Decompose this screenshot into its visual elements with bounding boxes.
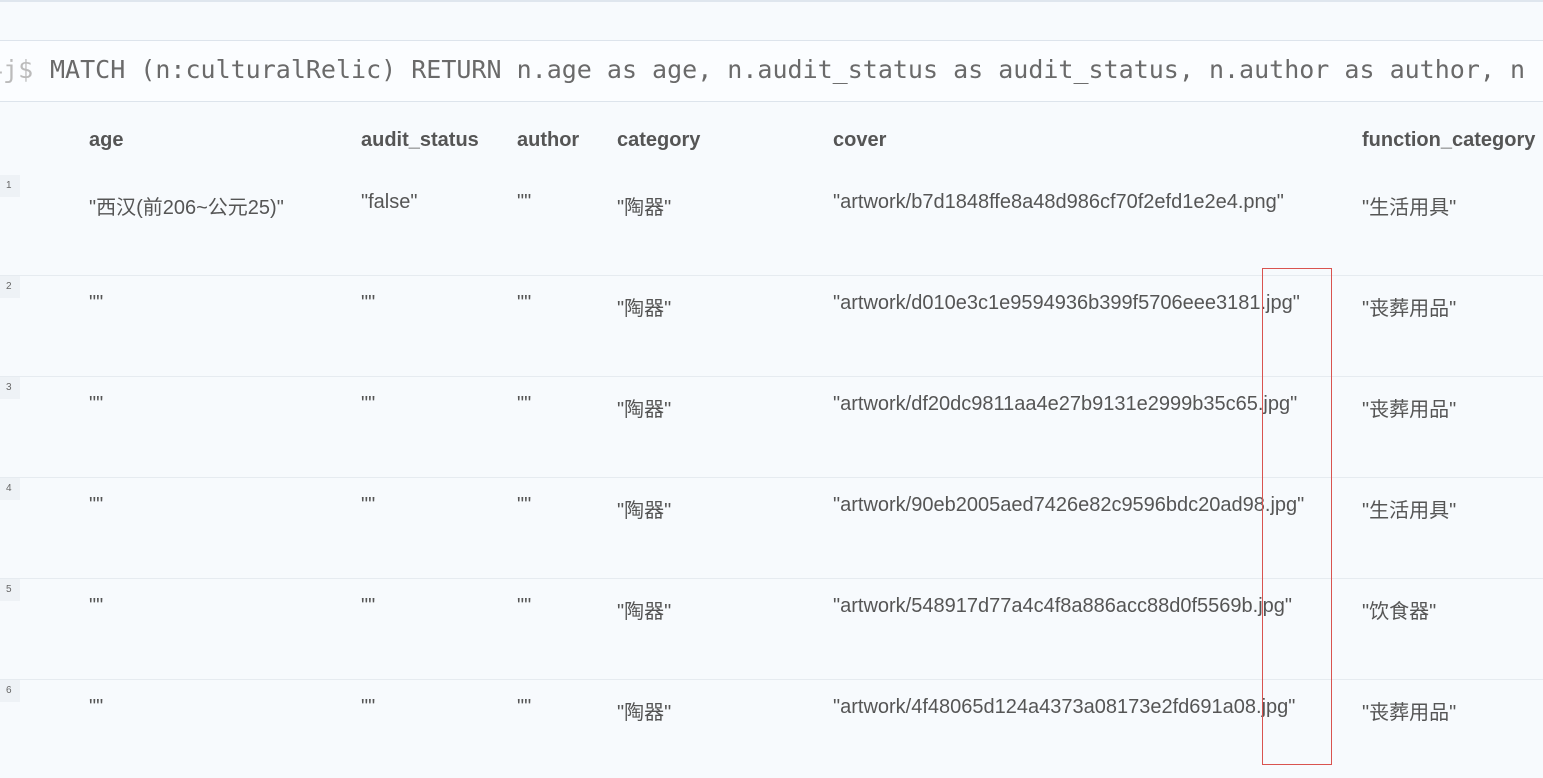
cell-age: "" — [89, 393, 104, 415]
cell-function-category: "丧葬用品" — [1362, 399, 1457, 421]
cell-cover: "artwork/d010e3c1e9594936b399f5706eee318… — [833, 292, 1300, 314]
cell-audit-status: "" — [361, 494, 376, 516]
cell-author: "" — [517, 292, 532, 314]
cell-category: "陶器" — [617, 601, 672, 623]
cell-category: "陶器" — [617, 197, 672, 219]
column-header-category: category — [617, 129, 701, 151]
row-index: 3 — [0, 377, 20, 399]
table-row: 5 "" "" "" "陶器" "artwork/548917d77a4c4f8a886a… — [0, 579, 1543, 680]
cell-author: "" — [517, 595, 532, 617]
table-row: 2 "" "" "" "陶器" "artwork/d010e3c1e9594936b399… — [0, 276, 1543, 377]
row-index: 5 — [0, 579, 20, 601]
query-text[interactable]: MATCH (n:culturalRelic) RETURN n.age as … — [50, 55, 1525, 84]
cell-cover: "artwork/548917d77a4c4f8a886acc88d0f5569… — [833, 595, 1293, 617]
cell-category: "陶器" — [617, 399, 672, 421]
cell-author: "" — [517, 494, 532, 516]
table-row: 6 "" "" "" "陶器" "artwork/4f48065d124a4373a081… — [0, 680, 1543, 778]
table-row: 3 "" "" "" "陶器" "artwork/df20dc9811aa4e27b913… — [0, 377, 1543, 478]
cell-function-category: "丧葬用品" — [1362, 702, 1457, 724]
result-table: age audit_status author category cover f… — [0, 103, 1543, 778]
cell-category: "陶器" — [617, 500, 672, 522]
column-header-author: author — [517, 129, 580, 151]
cell-audit-status: "" — [361, 292, 376, 314]
cell-function-category: "饮食器" — [1362, 601, 1437, 623]
cell-cover: "artwork/df20dc9811aa4e27b9131e2999b35c6… — [833, 393, 1298, 415]
cell-author: "" — [517, 191, 532, 213]
cell-audit-status: "false" — [361, 191, 418, 213]
column-header-age: age — [89, 129, 124, 151]
cell-audit-status: "" — [361, 595, 376, 617]
query-prompt: 4j$ — [0, 55, 34, 84]
cell-age: "" — [89, 292, 104, 314]
cell-function-category: "生活用具" — [1362, 500, 1457, 522]
row-index: 4 — [0, 478, 20, 500]
column-header-function-category: function_category — [1362, 129, 1536, 151]
cell-cover: "artwork/4f48065d124a4373a08173e2fd691a0… — [833, 696, 1296, 718]
cell-audit-status: "" — [361, 393, 376, 415]
table-row: 1 "西汉(前206~公元25)" "false" "" "陶器" "artwork/b7… — [0, 175, 1543, 276]
row-index: 6 — [0, 680, 20, 702]
table-header: age audit_status author category cover f… — [0, 103, 1543, 175]
cell-author: "" — [517, 696, 532, 718]
query-editor[interactable]: 4j$ MATCH (n:culturalRelic) RETURN n.age… — [0, 40, 1543, 102]
cell-audit-status: "" — [361, 696, 376, 718]
cell-age: "" — [89, 595, 104, 617]
column-header-audit-status: audit_status — [361, 129, 479, 151]
cell-cover: "artwork/b7d1848ffe8a48d986cf70f2efd1e2e… — [833, 191, 1284, 213]
frame-toolbar — [0, 2, 1543, 40]
cell-cover: "artwork/90eb2005aed7426e82c9596bdc20ad9… — [833, 494, 1305, 516]
cell-function-category: "丧葬用品" — [1362, 298, 1457, 320]
cell-author: "" — [517, 393, 532, 415]
column-header-cover: cover — [833, 129, 887, 151]
cell-age: "西汉(前206~公元25)" — [89, 197, 284, 219]
row-index: 1 — [0, 175, 20, 197]
cell-category: "陶器" — [617, 702, 672, 724]
table-row: 4 "" "" "" "陶器" "artwork/90eb2005aed7426e82c9… — [0, 478, 1543, 579]
row-index: 2 — [0, 276, 20, 298]
cell-age: "" — [89, 494, 104, 516]
cell-age: "" — [89, 696, 104, 718]
cell-function-category: "生活用具" — [1362, 197, 1457, 219]
cell-category: "陶器" — [617, 298, 672, 320]
